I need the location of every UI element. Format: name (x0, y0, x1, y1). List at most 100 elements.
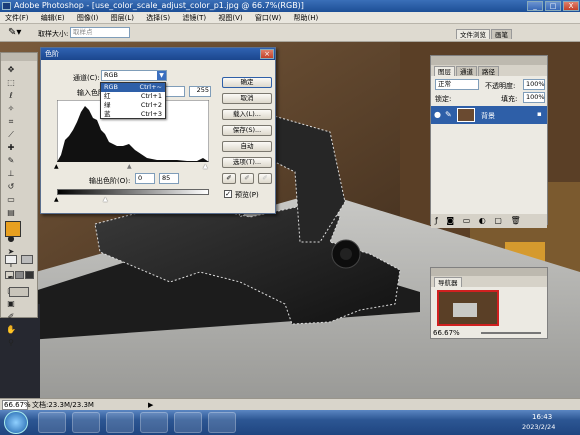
menu-image[interactable]: 图像(I) (72, 12, 104, 24)
fill-field[interactable]: 100% (523, 92, 545, 103)
new-layer-icon[interactable]: ▢ (494, 216, 502, 225)
hand-tool-icon[interactable]: ✋ (4, 324, 18, 335)
maximize-button[interactable]: □ (545, 1, 561, 11)
save-button[interactable]: 保存(S)... (222, 125, 272, 136)
levels-close-button[interactable]: × (260, 49, 274, 59)
window-title: Adobe Photoshop - [use_color_scale_adjus… (14, 1, 304, 10)
preview-checkbox[interactable]: ✓ (224, 190, 232, 198)
input-white-handle[interactable]: ▲ (203, 163, 208, 170)
channel-option-rgb[interactable]: RGB Ctrl+~ (101, 83, 165, 92)
history-brush-icon[interactable]: ↺ (4, 181, 18, 192)
clock-date[interactable]: 2023/2/24 (522, 423, 555, 431)
input-black-handle[interactable]: ▲ (54, 163, 59, 170)
navigator-zoom[interactable]: 66.67% (433, 329, 460, 337)
brush-tool-icon[interactable]: ✎ (4, 155, 18, 166)
navigator-zoom-slider[interactable] (481, 332, 541, 334)
tab-channels[interactable]: 通道 (456, 66, 477, 76)
marquee-tool-icon[interactable]: ⬚ (4, 77, 18, 88)
notes-tool-icon[interactable]: ▣ (4, 298, 18, 309)
standard-mode-icon[interactable] (5, 255, 17, 264)
foreground-color-swatch[interactable] (5, 221, 21, 237)
menu-select[interactable]: 选择(S) (141, 12, 175, 24)
navigator-panel-grip[interactable] (431, 268, 547, 276)
eyedropper-tool-icon[interactable]: ✐ (4, 311, 18, 322)
chevron-down-icon[interactable]: ▼ (157, 71, 166, 80)
toolbox-grip[interactable] (1, 53, 37, 61)
menu-view[interactable]: 视图(V) (213, 12, 247, 24)
output-slider-track[interactable]: ▲ ▲ (54, 196, 209, 203)
blend-mode-select[interactable]: 正常 (435, 79, 479, 90)
taskbar-app-2-icon[interactable] (72, 412, 100, 433)
ok-button[interactable]: 确定 (222, 77, 272, 88)
zoom-tool-icon[interactable]: ⚲ (4, 337, 18, 348)
delete-layer-icon[interactable]: 🗑 (510, 216, 520, 225)
black-eyedropper-icon[interactable]: ✐ (222, 173, 236, 184)
load-button[interactable]: 载入(L)... (222, 109, 272, 120)
slice-tool-icon[interactable]: ⟋ (4, 129, 18, 140)
quickmask-mode-icon[interactable] (21, 255, 33, 264)
taskbar-explorer-icon[interactable] (174, 412, 202, 433)
taskbar-folder-icon[interactable] (106, 412, 134, 433)
screen-mode-2-icon[interactable] (15, 271, 24, 279)
move-tool-icon[interactable]: ✥ (4, 64, 18, 75)
taskbar-browser-icon[interactable] (140, 412, 168, 433)
add-mask-icon[interactable]: ◙ (446, 216, 454, 225)
clock-time[interactable]: 16:43 (532, 413, 552, 421)
close-button[interactable]: X (563, 1, 579, 11)
start-button[interactable] (4, 411, 28, 434)
menu-layer[interactable]: 图层(L) (106, 12, 139, 24)
status-zoom[interactable]: 66.67% (2, 400, 31, 410)
gradient-tool-icon[interactable]: ▤ (4, 207, 18, 218)
new-set-icon[interactable]: ▭ (463, 216, 471, 225)
taskbar-app-6-icon[interactable] (208, 412, 236, 433)
options-button[interactable]: 选项(T)... (222, 157, 272, 168)
menu-help[interactable]: 帮助(H) (288, 12, 323, 24)
minimize-button[interactable]: _ (527, 1, 543, 11)
channel-option-red[interactable]: 红 Ctrl+1 (101, 92, 165, 101)
adjustment-layer-icon[interactable]: ◐ (479, 216, 486, 225)
input-level-white-field[interactable]: 255 (165, 86, 209, 97)
tab-layers[interactable]: 图层 (434, 66, 455, 76)
cancel-button[interactable]: 取消 (222, 93, 272, 104)
channel-option-green[interactable]: 绿 Ctrl+2 (101, 101, 165, 110)
eraser-tool-icon[interactable]: ▭ (4, 194, 18, 205)
brush-link-icon[interactable]: ✎ (445, 110, 452, 119)
crop-tool-icon[interactable]: ⌗ (4, 116, 18, 127)
tab-paths[interactable]: 路径 (478, 66, 499, 76)
tab-file-browser[interactable]: 文件浏览 (456, 29, 490, 39)
input-slider-track[interactable]: ▲ ▲ ▲ (54, 163, 209, 170)
gray-eyedropper-icon[interactable]: ✐ (240, 173, 254, 184)
white-eyedropper-icon[interactable]: ✐ (258, 173, 272, 184)
layer-style-icon[interactable]: ƒ (435, 216, 438, 225)
lasso-tool-icon[interactable]: ℓ (4, 90, 18, 101)
output-level-min-field[interactable]: 0 (135, 173, 155, 184)
stamp-tool-icon[interactable]: ⊥ (4, 168, 18, 179)
channel-option-blue[interactable]: 蓝 Ctrl+3 (101, 110, 165, 119)
fill-label: 填充: (501, 95, 518, 103)
tab-navigator[interactable]: 导航器 (434, 277, 462, 287)
menu-window[interactable]: 窗口(W) (250, 12, 286, 24)
eye-icon[interactable]: ● (434, 110, 441, 119)
options-tabs: 文件浏览 画笔 (456, 29, 516, 42)
opacity-field[interactable]: 100% (523, 79, 545, 90)
layer-row-background[interactable]: ● ✎ 背景 ▪ (431, 106, 547, 124)
menu-file[interactable]: 文件(F) (0, 12, 34, 24)
magic-wand-icon[interactable]: ✧ (4, 103, 18, 114)
imageready-jump-icon[interactable] (9, 287, 29, 297)
input-gamma-handle[interactable]: ▲ (127, 163, 132, 170)
menu-filter[interactable]: 滤镜(T) (177, 12, 211, 24)
screen-mode-3-icon[interactable] (25, 271, 34, 279)
output-level-max-field[interactable]: 85 (159, 173, 179, 184)
layers-panel-grip[interactable] (431, 56, 547, 65)
channel-option-label: RGB (104, 83, 119, 91)
tab-brushes[interactable]: 画笔 (491, 29, 512, 39)
output-black-handle[interactable]: ▲ (54, 196, 59, 203)
menu-edit[interactable]: 编辑(E) (36, 12, 70, 24)
healing-brush-icon[interactable]: ✚ (4, 142, 18, 153)
auto-button[interactable]: 自动 (222, 141, 272, 152)
output-white-handle[interactable]: ▲ (103, 196, 108, 203)
screen-mode-1-icon[interactable] (5, 271, 14, 279)
sample-size-select[interactable]: 取样点 (70, 27, 130, 38)
eyedropper-icon[interactable]: ✎▾ (8, 27, 21, 38)
taskbar-app-1-icon[interactable] (38, 412, 66, 433)
